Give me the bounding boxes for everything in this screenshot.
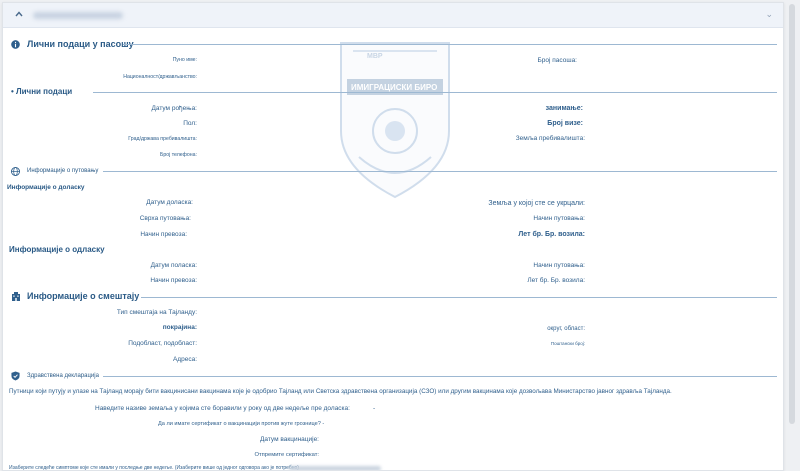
info-icon: [11, 40, 20, 49]
redacted-header-text: [33, 12, 123, 19]
chevron-up-icon[interactable]: [13, 8, 25, 20]
occupation-label: занимање:: [545, 105, 583, 112]
section-divider: [93, 92, 777, 93]
collapsible-header[interactable]: ⌄: [3, 3, 783, 28]
arrival-subtitle: Информације о доласку: [7, 184, 85, 191]
travel-section-title: Информације о путовању: [27, 168, 99, 174]
transport-mode-label: Начин превоза:: [140, 231, 187, 238]
certificate-upload-label: Отпремите сертификат:: [254, 452, 319, 458]
shield-icon: [11, 371, 20, 381]
building-icon: [12, 292, 20, 301]
city-residence-label: Град/држава пребивалишта:: [128, 136, 197, 142]
vaccination-notice: Путници који путују и улазе на Тајланд м…: [9, 388, 672, 395]
departure-travel-mode-label: Начин путовања:: [533, 262, 585, 269]
passport-number-label: Број пасоша:: [537, 57, 577, 64]
subdistrict-label: Подобласт, подобласт:: [128, 340, 197, 347]
more-icon[interactable]: ⌄: [765, 9, 773, 20]
visa-number-label: Број визе:: [547, 120, 583, 127]
globe-icon: [11, 167, 20, 176]
section-divider: [103, 171, 777, 172]
postal-code-label: Поштански број:: [550, 341, 585, 346]
visited-countries-value: -: [373, 405, 376, 412]
departure-transport-mode-label: Начин превоза:: [150, 277, 197, 284]
passport-section-title: Лични подаци у пасошу: [27, 39, 134, 49]
country-residence-label: Земља пребивалишта:: [515, 135, 585, 142]
full-name-label: Пуно име:: [172, 57, 197, 63]
accommodation-type-label: Тип смештаја на Тајланду:: [116, 309, 197, 316]
shield-emblem-icon: [340, 42, 450, 199]
district-label: округ, област:: [547, 326, 585, 332]
departure-subtitle: Информације о одласку: [9, 245, 105, 254]
yellow-fever-question: Да ли имате сертификат о вакцинацији про…: [158, 421, 325, 427]
visited-countries-question: Наведите називе земаља у којима сте бора…: [95, 405, 350, 412]
departure-date-label: Датум поласка:: [150, 262, 197, 269]
travel-mode-label: Начин путовања:: [533, 215, 585, 222]
address-label: Адреса:: [172, 356, 197, 363]
nationality-label: Националност/држављанство:: [123, 74, 197, 80]
health-section-title: Здравствена декларација: [27, 373, 99, 379]
scrollbar-thumb[interactable]: [789, 4, 795, 424]
purpose-label: Сврха путовања:: [139, 215, 191, 222]
sex-label: Пол:: [183, 120, 197, 127]
arrival-card-page: ⌄ МВР ИМИГРАЦИСКИ БИРО Лични подаци у па…: [2, 2, 784, 471]
personal-section-title: • Лични подаци: [11, 87, 73, 96]
birth-date-label: Датум рођења:: [151, 105, 197, 112]
watermark-seal: МВР ИМИГРАЦИСКИ БИРО: [333, 39, 457, 201]
flight-number-label: Лет бр. Бр. возила:: [518, 231, 585, 238]
section-divider: [141, 297, 777, 298]
section-divider: [123, 44, 777, 45]
arrival-date-label: Датум доласка:: [146, 199, 193, 206]
departure-flight-number-label: Лет бр. Бр. возила:: [527, 277, 585, 284]
boarding-country-label: Земља у којој сте се укрцали:: [488, 200, 585, 207]
vaccination-date-label: Датум вакцинације:: [260, 436, 319, 443]
province-label: покрајина:: [162, 324, 197, 331]
section-divider: [103, 376, 777, 377]
vertical-scrollbar[interactable]: [788, 0, 796, 469]
accommodation-section-title: Информације о смештају: [27, 291, 140, 301]
phone-label: Број телефона:: [159, 152, 197, 158]
